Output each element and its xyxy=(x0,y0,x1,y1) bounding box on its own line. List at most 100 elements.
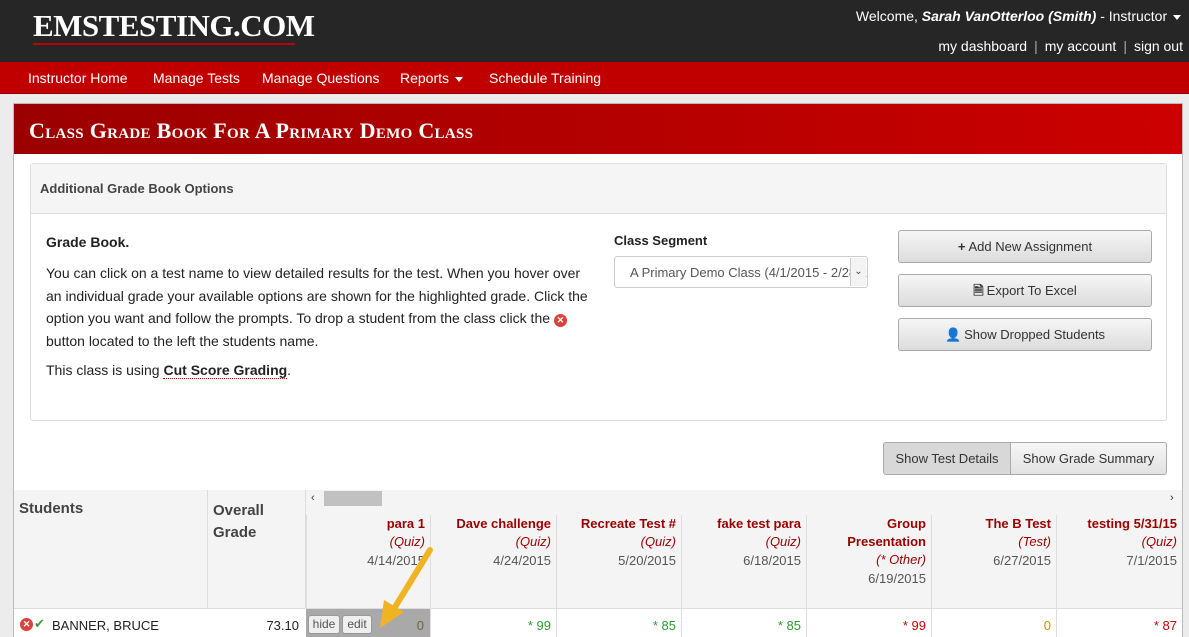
grade-grid: Students Overall Grade ‹ › para 1 (Quiz)… xyxy=(14,490,1182,637)
test-column-testing-5-31-15[interactable]: testing 5/31/15 (Quiz) 7/1/2015 xyxy=(1056,515,1182,608)
chevron-down-icon: ⌄ xyxy=(850,258,866,286)
description-text: You can click on a test name to view det… xyxy=(46,265,588,326)
grading-method-note: This class is using Cut Score Grading. xyxy=(46,362,291,379)
link-separator: | xyxy=(1034,38,1038,54)
view-student-icon[interactable]: ✔ xyxy=(34,616,45,632)
test-type: (Quiz) xyxy=(1141,534,1177,549)
main-nav: Instructor Home Manage Tests Manage Ques… xyxy=(0,62,1189,94)
test-column-dave-challenge[interactable]: Dave challenge (Quiz) 4/24/2015 xyxy=(430,515,556,608)
test-date: 7/1/2015 xyxy=(1126,553,1177,568)
grade-book-panel: Class Grade Book For A Primary Demo Clas… xyxy=(13,103,1183,637)
horizontal-scrollbar-thumb[interactable] xyxy=(324,491,382,506)
export-label: Export To Excel xyxy=(986,283,1077,298)
test-column-the-b-test[interactable]: The B Test (Test) 6/27/2015 xyxy=(931,515,1056,608)
grade-value: 0 xyxy=(416,618,424,633)
test-type: (Quiz) xyxy=(640,534,676,549)
site-logo[interactable]: EMSTESTING.COM xyxy=(33,8,315,44)
test-date: 6/27/2015 xyxy=(993,553,1051,568)
class-segment-label: Class Segment xyxy=(614,233,708,248)
scroll-left-icon[interactable]: ‹ xyxy=(311,492,315,504)
grade-cell[interactable]: 0 xyxy=(931,609,1056,637)
drop-student-icon[interactable]: ✕ xyxy=(20,618,33,631)
show-grade-summary-toggle[interactable]: Show Grade Summary xyxy=(1010,442,1167,475)
scroll-right-icon[interactable]: › xyxy=(1170,492,1174,504)
drop-student-icon: ✕ xyxy=(553,314,567,327)
test-date: 6/18/2015 xyxy=(743,553,801,568)
top-header: EMSTESTING.COM Welcome, Sarah VanOtterlo… xyxy=(0,0,1189,62)
user-role: - Instructor xyxy=(1096,8,1168,24)
test-name[interactable]: Group Presentation xyxy=(837,515,926,551)
test-type: (Test) xyxy=(1018,534,1051,549)
panel-header: Class Grade Book For A Primary Demo Clas… xyxy=(14,104,1182,154)
nav-reports[interactable]: Reports xyxy=(400,70,463,86)
nav-manage-questions[interactable]: Manage Questions xyxy=(262,70,380,86)
test-date: 4/14/2015 xyxy=(367,553,425,568)
account-links: my dashboard | my account | sign out xyxy=(938,38,1183,54)
excel-file-icon: 🗎 xyxy=(973,283,984,298)
test-type: (Quiz) xyxy=(389,534,425,549)
test-date: 6/19/2015 xyxy=(868,571,926,586)
student-name[interactable]: BANNER, BRUCE xyxy=(52,618,159,633)
class-segment-select[interactable]: A Primary Demo Class (4/1/2015 - 2/28/20… xyxy=(614,256,868,288)
overall-header-line-1: Overall xyxy=(213,502,264,519)
grade-cell[interactable]: * 87 xyxy=(1056,609,1182,637)
options-heading: Additional Grade Book Options xyxy=(40,181,234,196)
welcome-menu[interactable]: Welcome, Sarah VanOtterloo (Smith) - Ins… xyxy=(856,8,1181,24)
grade-cell[interactable]: * 99 xyxy=(806,609,931,637)
grade-cell[interactable]: * 85 xyxy=(681,609,806,637)
grading-method[interactable]: Cut Score Grading xyxy=(163,362,288,379)
test-name[interactable]: Recreate Test # xyxy=(557,515,676,533)
test-column-fake-test-para[interactable]: fake test para (Quiz) 6/18/2015 xyxy=(681,515,806,608)
show-dropped-students-button[interactable]: 👤 Show Dropped Students xyxy=(898,318,1152,351)
description-text-2: button located to the left the students … xyxy=(46,332,319,349)
add-new-assignment-button[interactable]: + Add New Assignment xyxy=(898,230,1152,263)
chevron-down-icon xyxy=(1173,14,1181,20)
column-divider xyxy=(207,490,208,608)
test-name[interactable]: para 1 xyxy=(307,515,425,533)
table-row: ✕ ✔ BANNER, BRUCE 73.10 hide edit 0 * 99… xyxy=(14,608,1182,637)
hide-grade-button[interactable]: hide xyxy=(308,615,340,634)
test-name[interactable]: fake test para xyxy=(682,515,801,533)
overall-grade-column-header: Overall Grade xyxy=(213,500,264,544)
dropped-label: Show Dropped Students xyxy=(964,327,1106,342)
export-to-excel-button[interactable]: 🗎 Export To Excel xyxy=(898,274,1152,307)
test-column-group-presentation[interactable]: Group Presentation (* Other) 6/19/2015 xyxy=(806,515,931,608)
grade-cell[interactable]: * 85 xyxy=(556,609,681,637)
test-type: (Quiz) xyxy=(515,534,551,549)
show-test-details-toggle[interactable]: Show Test Details xyxy=(883,442,1011,475)
grade-book-options: Additional Grade Book Options Grade Book… xyxy=(30,163,1167,421)
test-column-para-1[interactable]: para 1 (Quiz) 4/14/2015 xyxy=(306,515,430,608)
nav-manage-tests[interactable]: Manage Tests xyxy=(153,70,240,86)
my-dashboard-link[interactable]: my dashboard xyxy=(938,38,1027,54)
test-name[interactable]: testing 5/31/15 xyxy=(1057,515,1177,533)
test-date: 4/24/2015 xyxy=(493,553,551,568)
page-title: Class Grade Book For A Primary Demo Clas… xyxy=(29,118,474,143)
test-type: (Quiz) xyxy=(765,534,801,549)
overall-header-line-2: Grade xyxy=(213,524,257,541)
nav-schedule-training[interactable]: Schedule Training xyxy=(489,70,601,86)
chevron-down-icon xyxy=(454,76,463,82)
class-segment-value: A Primary Demo Class (4/1/2015 - 2/28/20… xyxy=(630,265,868,280)
test-name[interactable]: Dave challenge xyxy=(431,515,551,533)
test-name[interactable]: The B Test xyxy=(932,515,1052,533)
grading-prefix: This class is using xyxy=(46,362,164,378)
logo-underline xyxy=(33,43,295,45)
grade-book-description: You can click on a test name to view det… xyxy=(46,262,591,352)
grade-book-title: Grade Book. xyxy=(46,234,130,250)
students-column-header: Students xyxy=(19,500,84,517)
overall-grade: 73.10 xyxy=(266,618,299,633)
options-header: Additional Grade Book Options xyxy=(31,164,1166,214)
nav-instructor-home[interactable]: Instructor Home xyxy=(28,70,128,86)
test-column-recreate-test[interactable]: Recreate Test # (Quiz) 5/20/2015 xyxy=(556,515,681,608)
add-assignment-label: Add New Assignment xyxy=(968,239,1093,254)
nav-reports-label: Reports xyxy=(400,70,450,86)
grade-cell[interactable]: * 99 xyxy=(430,609,556,637)
sign-out-link[interactable]: sign out xyxy=(1134,38,1183,54)
test-date: 5/20/2015 xyxy=(618,553,676,568)
user-remove-icon: 👤 xyxy=(944,327,962,342)
edit-grade-button[interactable]: edit xyxy=(342,615,372,634)
user-name: Sarah VanOtterloo (Smith) xyxy=(921,8,1097,24)
plus-icon: + xyxy=(957,239,966,254)
hovered-grade-cell[interactable]: hide edit 0 xyxy=(306,609,430,637)
my-account-link[interactable]: my account xyxy=(1045,38,1117,54)
